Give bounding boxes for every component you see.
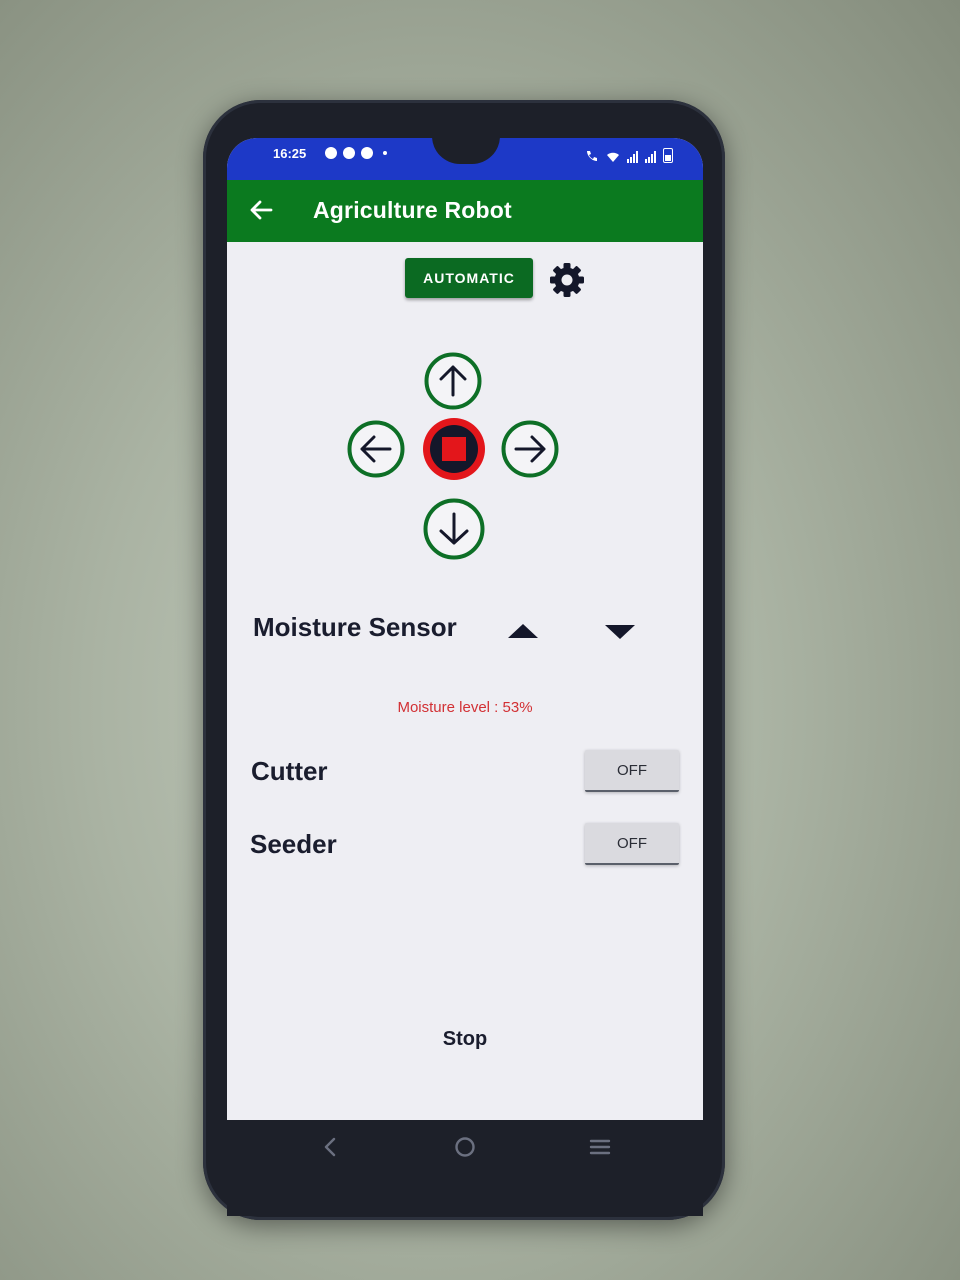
nav-back-icon[interactable] [315,1132,345,1162]
main-content: AUTOMATIC Moisture Sensor Moisture level… [227,242,703,1120]
up-arrow-icon[interactable] [424,352,482,410]
chat-icon [361,147,373,159]
system-icons [585,148,673,163]
cutter-toggle-button[interactable]: OFF [585,750,679,792]
moisture-lower-arrow-icon[interactable] [605,625,635,639]
automatic-mode-button[interactable]: AUTOMATIC [405,258,533,298]
signal-icon-1 [627,151,638,163]
seeder-toggle-button[interactable]: OFF [585,823,679,865]
seeder-label: Seeder [250,829,337,859]
stop-button[interactable]: Stop [227,1028,703,1051]
notification-icons [325,147,387,159]
stop-square-icon[interactable] [421,416,487,482]
wifi-icon [607,152,619,162]
status-bar: 16:25 [227,138,703,180]
moisture-sensor-title: Moisture Sensor [253,612,457,642]
nav-home-icon[interactable] [450,1132,480,1162]
moisture-raise-arrow-icon[interactable] [508,624,538,638]
cutter-label: Cutter [251,756,328,786]
more-notifications-icon [383,151,387,155]
nav-recents-icon[interactable] [585,1132,615,1162]
down-arrow-icon[interactable] [423,498,485,560]
gear-icon[interactable] [547,260,587,300]
battery-icon [663,148,673,163]
call-icon [587,151,597,161]
phone-screen: 16:25 Agriculture Robot AUTOMATIC Moistu… [227,138,703,1216]
moisture-level-text: Moisture level : 53% [397,699,533,716]
right-arrow-icon[interactable] [501,420,559,478]
whatsapp-icon [343,147,355,159]
status-time: 16:25 [273,146,307,161]
system-nav-bar [227,1120,703,1216]
left-arrow-icon[interactable] [347,420,405,478]
signal-icon-2 [645,151,656,163]
phone-frame: 16:25 Agriculture Robot AUTOMATIC Moistu… [203,100,725,1220]
page-title: Agriculture Robot [313,197,512,223]
arrow-left-icon[interactable] [247,196,275,224]
app-bar: Agriculture Robot [227,180,703,242]
message-icon [325,147,337,159]
camera-notch [432,138,500,164]
